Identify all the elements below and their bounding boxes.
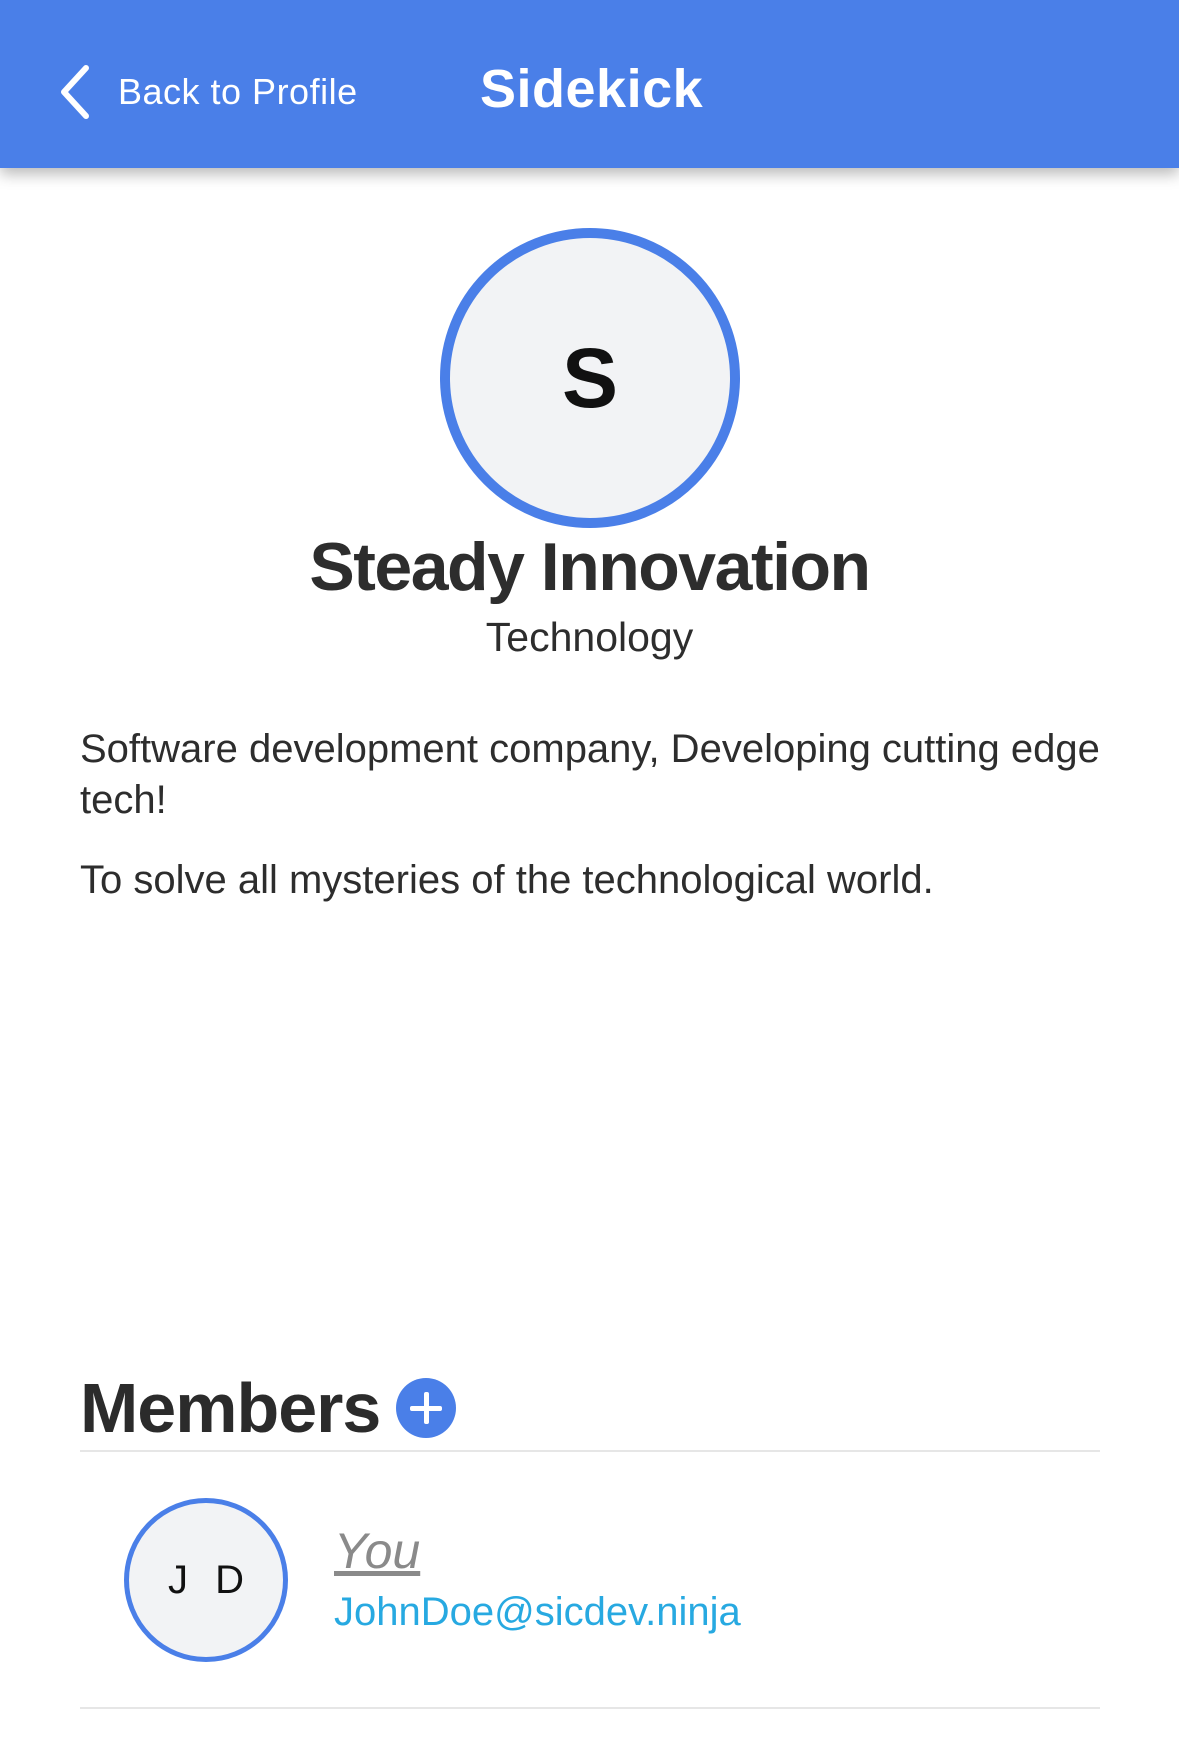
top-navigation-bar: Back to Profile Sidekick xyxy=(0,0,1179,168)
member-email-link[interactable]: JohnDoe@sicdev.ninja xyxy=(334,1590,741,1635)
back-button-label: Back to Profile xyxy=(118,71,358,112)
back-to-profile-button[interactable]: Back to Profile xyxy=(56,62,358,122)
organization-description: Software development company, Developing… xyxy=(80,727,1100,822)
member-name-link[interactable]: You xyxy=(334,1522,420,1580)
members-divider-bottom xyxy=(80,1707,1100,1709)
app-title: Sidekick xyxy=(480,59,704,119)
members-section-header: Members xyxy=(80,1368,457,1448)
add-member-button[interactable] xyxy=(396,1378,457,1438)
organization-name: Steady Innovation xyxy=(309,529,871,605)
organization-avatar: S xyxy=(440,228,740,528)
organization-avatar-letter: S xyxy=(561,330,619,425)
organization-category: Technology xyxy=(485,614,694,660)
member-initials: J D xyxy=(168,1557,252,1602)
organization-mission: To solve all mysteries of the technologi… xyxy=(80,858,934,902)
member-avatar: J D xyxy=(124,1498,288,1662)
chevron-left-icon xyxy=(61,65,89,119)
member-list-item: J D You JohnDoe@sicdev.ninja xyxy=(80,1452,1100,1707)
members-title: Members xyxy=(80,1369,381,1447)
